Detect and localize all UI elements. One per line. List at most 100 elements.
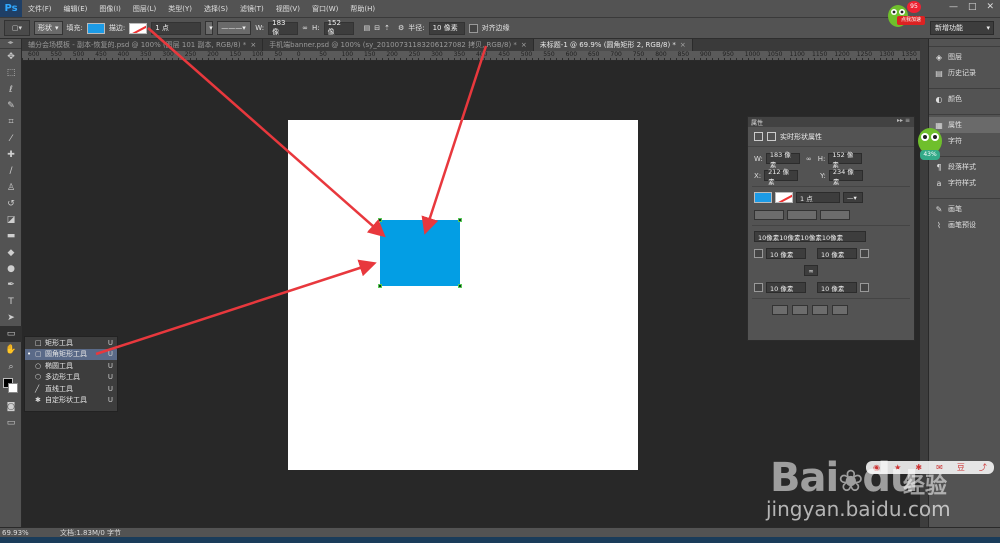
speed-up-tag[interactable]: 点我加速	[897, 16, 925, 25]
props-fill-swatch[interactable]	[754, 192, 772, 203]
gradient-icon[interactable]: ▬	[0, 228, 22, 244]
height-input[interactable]: 152 像	[323, 19, 354, 36]
radius-link-icon[interactable]: ∞	[804, 265, 818, 276]
corner-tl-icon[interactable]	[754, 249, 763, 258]
menu-item[interactable]: 图层(L)	[127, 4, 162, 14]
anchor-point[interactable]	[378, 218, 382, 222]
stroke-align-select[interactable]	[754, 209, 784, 220]
menu-item[interactable]: 窗口(W)	[306, 4, 344, 14]
blur-icon[interactable]: ◆	[0, 245, 22, 261]
marquee-icon[interactable]: ⬚	[0, 65, 22, 81]
type-icon[interactable]: T	[0, 293, 22, 309]
corner-br-icon[interactable]	[860, 283, 869, 292]
document-tab[interactable]: 辅分会场模板 - 副本-恢复的.psd @ 100% (图层 101 副本, R…	[22, 39, 264, 51]
dodge-icon[interactable]: ●	[0, 261, 22, 277]
panel-menu-icon[interactable]: ▸▸ ≡	[897, 117, 910, 124]
link-icon[interactable]: ∞	[806, 155, 812, 163]
exclude-shapes-icon[interactable]	[832, 304, 848, 315]
dock-layers[interactable]: ◈ 图层	[929, 49, 1000, 65]
combine-shapes-icon[interactable]	[772, 304, 788, 315]
dock-history[interactable]: ▤ 历史记录	[929, 65, 1000, 81]
stroke-swatch[interactable]	[129, 22, 148, 34]
document-tab[interactable]: 手机端banner.psd @ 100% (sy_201007311832061…	[263, 39, 534, 51]
mask-properties-icon[interactable]	[767, 132, 776, 141]
close-icon[interactable]: ×	[521, 41, 527, 49]
props-radius-bl[interactable]: 10 像素	[766, 282, 806, 293]
intersect-shapes-icon[interactable]	[812, 304, 828, 315]
dock-color[interactable]: ◐ 颜色	[929, 91, 1000, 107]
dock-collapse-strip[interactable]	[920, 39, 928, 527]
shape-menu-item[interactable]: ○ 椭圆工具 U	[25, 360, 117, 372]
shape-menu-item[interactable]: □ 矩形工具 U	[25, 337, 117, 349]
link-icon[interactable]: ∞	[302, 24, 308, 32]
anchor-point[interactable]	[458, 218, 462, 222]
crop-icon[interactable]: ⌗	[0, 114, 22, 130]
close-icon[interactable]: ×	[250, 41, 256, 49]
align-edges-checkbox[interactable]	[468, 23, 478, 33]
dock-brush-presets[interactable]: ⌇ 画笔预设	[929, 217, 1000, 233]
speed-score-badge[interactable]: 95	[907, 1, 921, 13]
color-swatches[interactable]	[0, 375, 22, 399]
props-radius-combined[interactable]: 10像素10像素10像素10像素	[754, 231, 866, 242]
menu-item[interactable]: 选择(S)	[198, 4, 234, 14]
menu-item[interactable]: 帮助(H)	[344, 4, 381, 14]
props-radius-tr[interactable]: 10 像素	[817, 248, 857, 259]
maximize-button[interactable]: □	[968, 2, 977, 12]
props-x[interactable]: 212 像素	[764, 168, 799, 186]
props-height[interactable]: 152 像素	[828, 151, 863, 169]
props-stroke-type[interactable]: —▾	[843, 192, 863, 203]
zoom-level[interactable]: 69.93%	[0, 529, 36, 537]
stroke-join-select[interactable]	[820, 209, 850, 220]
dock-character-styles[interactable]: a 字符样式	[929, 175, 1000, 191]
stamp-icon[interactable]: ♙	[0, 179, 22, 195]
radius-input[interactable]: 10 像素	[428, 21, 465, 35]
rounded-rectangle-shape[interactable]	[380, 220, 460, 286]
shape-menu-item[interactable]: ✱ 自定形状工具 U	[25, 395, 117, 407]
minimize-button[interactable]: —	[949, 2, 958, 12]
menu-item[interactable]: 图像(I)	[93, 4, 127, 14]
shape-icon[interactable]: ▭	[0, 326, 22, 343]
shape-menu-item[interactable]: ╱ 直线工具 U	[25, 383, 117, 395]
subtract-shapes-icon[interactable]	[792, 304, 808, 315]
screen-mode-icon[interactable]: ▭	[0, 415, 22, 431]
gear-icon[interactable]: ⚙	[398, 24, 404, 32]
corner-bl-icon[interactable]	[754, 283, 763, 292]
dock-brush[interactable]: ✎ 画笔	[929, 201, 1000, 217]
menu-item[interactable]: 视图(V)	[270, 4, 306, 14]
document-canvas[interactable]	[288, 120, 638, 470]
props-y[interactable]: 234 像素	[828, 168, 863, 186]
close-button[interactable]: ✕	[986, 2, 994, 12]
shape-properties-icon[interactable]	[754, 132, 763, 141]
quick-mask-icon[interactable]: ◙	[0, 399, 22, 415]
properties-tab[interactable]: 属性	[751, 118, 763, 127]
history-brush-icon[interactable]: ↺	[0, 196, 22, 212]
corner-tr-icon[interactable]	[860, 249, 869, 258]
path-arrangement-icon[interactable]: ⇡	[384, 24, 390, 32]
fill-swatch[interactable]	[86, 22, 105, 34]
toolbox-grip[interactable]: ◂▸	[0, 39, 21, 49]
move-icon[interactable]: ✥	[0, 49, 22, 65]
hand-icon[interactable]: ✋	[0, 342, 22, 358]
stroke-width-input[interactable]: 1 点	[151, 21, 202, 35]
document-info[interactable]: 文档:1.83M/0 字节	[60, 528, 121, 538]
width-input[interactable]: 183 像	[268, 19, 299, 36]
menu-item[interactable]: 文件(F)	[22, 4, 58, 14]
eyedropper-icon[interactable]: ⁄	[0, 130, 22, 146]
tool-preset-picker[interactable]: ▢▾	[4, 20, 30, 36]
menu-item[interactable]: 类型(Y)	[162, 4, 198, 14]
lasso-icon[interactable]: ℓ	[0, 82, 22, 98]
quick-select-icon[interactable]: ✎	[0, 98, 22, 114]
douban-icon[interactable]: 豆	[957, 462, 965, 473]
path-operations-icon[interactable]: ▤	[364, 24, 371, 32]
zoom-icon[interactable]: ⌕	[0, 359, 22, 375]
document-tab[interactable]: 未标题-1 @ 69.9% (圆角矩形 2, RGB/8) * ×	[533, 39, 693, 51]
healing-icon[interactable]: ✚	[0, 147, 22, 163]
shape-menu-item[interactable]: ⬡ 多边形工具 U	[25, 372, 117, 384]
workspace-select[interactable]: 新增功能 ▾	[930, 21, 994, 35]
anchor-point[interactable]	[378, 284, 382, 288]
anchor-point[interactable]	[458, 284, 462, 288]
props-stroke-swatch[interactable]	[775, 192, 793, 203]
background-color[interactable]	[8, 382, 18, 393]
eraser-icon[interactable]: ◪	[0, 212, 22, 228]
stroke-type-select[interactable]: ———▾	[217, 21, 252, 35]
